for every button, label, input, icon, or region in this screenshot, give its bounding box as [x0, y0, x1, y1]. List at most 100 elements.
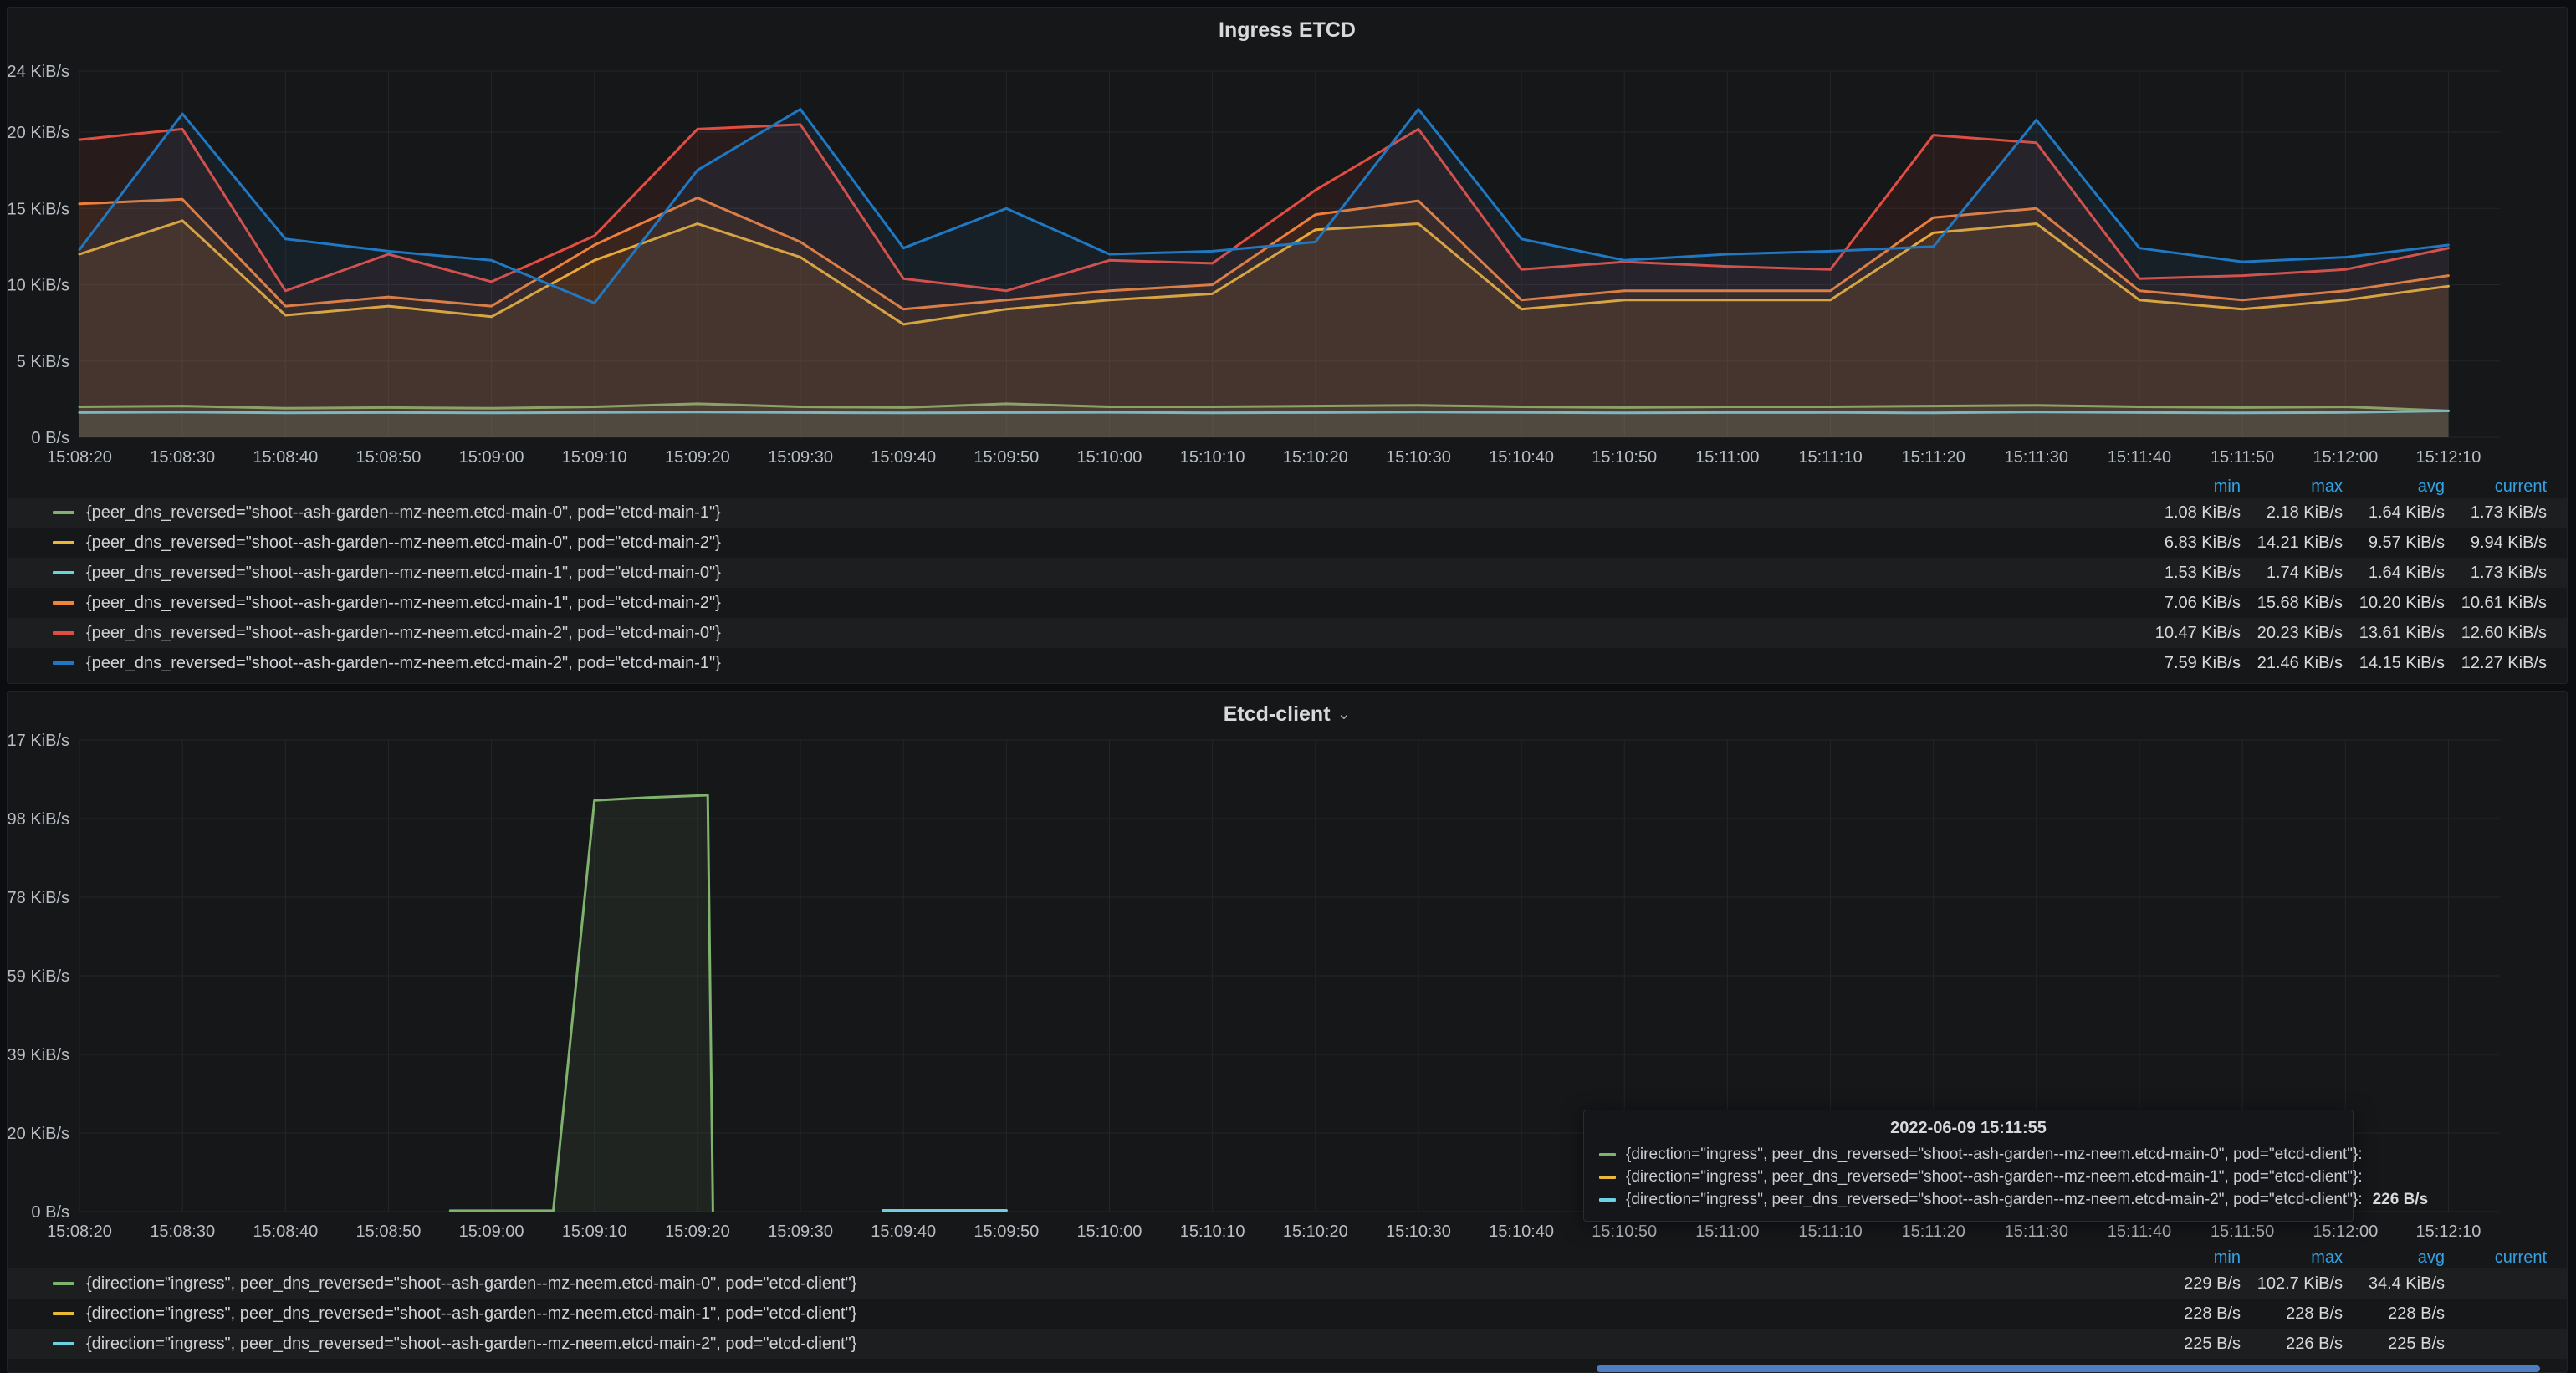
x-axis-tick-label: 15:09:40	[871, 1222, 936, 1241]
tooltip-series-row: {direction="ingress", peer_dns_reversed=…	[1599, 1188, 2338, 1211]
x-axis-tick-label: 15:11:00	[1695, 448, 1759, 467]
y-axis-tick-label: 59 KiB/s	[8, 967, 69, 986]
series-name: {peer_dns_reversed="shoot--ash-garden--m…	[86, 624, 721, 643]
legend-column-header-min[interactable]: min	[2139, 1248, 2241, 1268]
legend-stat-current: 12.27 KiB/s	[2445, 654, 2547, 673]
ingress-etcd-chart[interactable]: 15:08:2015:08:3015:08:4015:08:5015:09:00…	[8, 53, 2568, 487]
panel-menu-caret-icon[interactable]: ⌄	[1337, 706, 1352, 722]
legend-series-toggle[interactable]: {peer_dns_reversed="shoot--ash-garden--m…	[53, 564, 2139, 583]
y-axis-tick-label: 39 KiB/s	[8, 1046, 69, 1064]
series-color-dash-icon	[53, 571, 74, 574]
legend-stat-avg: 10.20 KiB/s	[2343, 594, 2445, 613]
y-axis-tick-label: 117 KiB/s	[8, 732, 69, 750]
legend-column-header-max[interactable]: max	[2241, 477, 2343, 497]
legend-series-toggle[interactable]: {peer_dns_reversed="shoot--ash-garden--m…	[53, 503, 2139, 523]
legend-stat-avg: 1.64 KiB/s	[2343, 564, 2445, 583]
legend-row: {direction="ingress", peer_dns_reversed=…	[8, 1299, 2567, 1329]
legend-column-header-avg[interactable]: avg	[2343, 477, 2445, 497]
series-name: {peer_dns_reversed="shoot--ash-garden--m…	[86, 654, 721, 673]
x-axis-tick-label: 15:11:50	[2211, 448, 2274, 467]
x-axis-tick-label: 15:11:50	[2211, 1222, 2274, 1241]
x-axis-tick-label: 15:08:30	[150, 448, 215, 467]
y-axis-tick-label: 5 KiB/s	[17, 353, 69, 371]
legend-series-toggle[interactable]: {peer_dns_reversed="shoot--ash-garden--m…	[53, 654, 2139, 673]
legend-row: {peer_dns_reversed="shoot--ash-garden--m…	[8, 648, 2567, 678]
legend-stat-avg: 34.4 KiB/s	[2343, 1274, 2445, 1294]
x-axis-tick-label: 15:09:00	[459, 448, 524, 467]
legend-stat-avg: 1.64 KiB/s	[2343, 503, 2445, 523]
legend-stat-avg: 13.61 KiB/s	[2343, 624, 2445, 643]
series-color-dash-icon	[53, 601, 74, 605]
legend-series-toggle[interactable]: {direction="ingress", peer_dns_reversed=…	[53, 1335, 2139, 1354]
panel-title[interactable]: Etcd-client	[1224, 702, 1331, 727]
legend-column-header-current[interactable]: current	[2445, 477, 2547, 497]
series-color-dash-icon	[1599, 1198, 1616, 1202]
series-name: {direction="ingress", peer_dns_reversed=…	[86, 1335, 856, 1354]
series-color-dash-icon	[53, 661, 74, 665]
series-color-dash-icon	[53, 1282, 74, 1285]
legend-series-toggle[interactable]: {peer_dns_reversed="shoot--ash-garden--m…	[53, 624, 2139, 643]
series-name: {direction="ingress", peer_dns_reversed=…	[86, 1304, 856, 1324]
x-axis-tick-label: 15:09:50	[974, 1222, 1039, 1241]
x-axis-tick-label: 15:08:20	[47, 448, 112, 467]
series-name: {peer_dns_reversed="shoot--ash-garden--m…	[86, 594, 721, 613]
legend-stat-max: 226 B/s	[2241, 1335, 2343, 1354]
legend-stat-avg: 9.57 KiB/s	[2343, 533, 2445, 553]
legend-column-header-max[interactable]: max	[2241, 1248, 2343, 1268]
tooltip-series-label: {direction="ingress", peer_dns_reversed=…	[1626, 1168, 2363, 1187]
legend-series-toggle[interactable]: {peer_dns_reversed="shoot--ash-garden--m…	[53, 594, 2139, 613]
series-color-dash-icon	[53, 1342, 74, 1345]
horizontal-scrollbar[interactable]	[1597, 1365, 2540, 1372]
x-axis-tick-label: 15:09:50	[974, 448, 1039, 467]
x-axis-tick-label: 15:09:00	[459, 1222, 524, 1241]
x-axis-tick-label: 15:10:20	[1283, 448, 1348, 467]
x-axis-tick-label: 15:10:30	[1386, 448, 1451, 467]
legend-stat-min: 7.06 KiB/s	[2139, 594, 2241, 613]
legend-row: {peer_dns_reversed="shoot--ash-garden--m…	[8, 558, 2567, 588]
legend-stat-min: 7.59 KiB/s	[2139, 654, 2241, 673]
series-fill	[79, 110, 2448, 437]
x-axis-tick-label: 15:10:40	[1489, 1222, 1554, 1241]
y-axis-tick-label: 10 KiB/s	[8, 277, 69, 295]
x-axis-tick-label: 15:10:00	[1077, 448, 1142, 467]
x-axis-tick-label: 15:10:20	[1283, 1222, 1348, 1241]
y-axis-tick-label: 20 KiB/s	[8, 1125, 69, 1143]
chart-tooltip: 2022-06-09 15:11:55 {direction="ingress"…	[1583, 1110, 2354, 1222]
legend-stat-min: 6.83 KiB/s	[2139, 533, 2241, 553]
x-axis-tick-label: 15:11:00	[1695, 1222, 1759, 1241]
x-axis-tick-label: 15:09:20	[665, 1222, 730, 1241]
legend-series-toggle[interactable]: {direction="ingress", peer_dns_reversed=…	[53, 1304, 2139, 1324]
x-axis-tick-label: 15:08:50	[356, 448, 422, 467]
x-axis-tick-label: 15:08:20	[47, 1222, 112, 1241]
legend-stat-min: 1.53 KiB/s	[2139, 564, 2241, 583]
tooltip-series-label: {direction="ingress", peer_dns_reversed=…	[1626, 1146, 2363, 1164]
legend-stat-max: 14.21 KiB/s	[2241, 533, 2343, 553]
legend-series-toggle[interactable]: {peer_dns_reversed="shoot--ash-garden--m…	[53, 533, 2139, 553]
x-axis-tick-label: 15:09:40	[871, 448, 936, 467]
series-name: {peer_dns_reversed="shoot--ash-garden--m…	[86, 564, 721, 583]
x-axis-tick-label: 15:10:40	[1489, 448, 1554, 467]
legend-table: minmaxavgcurrent {peer_dns_reversed="shoo…	[8, 476, 2567, 678]
tooltip-series-row: {direction="ingress", peer_dns_reversed=…	[1599, 1143, 2338, 1166]
x-axis-tick-label: 15:11:20	[1901, 448, 1965, 467]
panel-title[interactable]: Ingress ETCD	[1219, 18, 1356, 43]
series-name: {peer_dns_reversed="shoot--ash-garden--m…	[86, 503, 721, 523]
legend-column-header-min[interactable]: min	[2139, 477, 2241, 497]
x-axis-tick-label: 15:10:50	[1592, 1222, 1657, 1241]
x-axis-tick-label: 15:11:30	[2005, 448, 2068, 467]
legend-column-header-current[interactable]: current	[2445, 1248, 2547, 1268]
x-axis-tick-label: 15:10:30	[1386, 1222, 1451, 1241]
series-color-dash-icon	[53, 511, 74, 514]
panel-etcd-client: Etcd-client ⌄ 15:08:2015:08:3015:08:4015…	[7, 691, 2568, 1373]
series-color-dash-icon	[1599, 1176, 1616, 1179]
tooltip-series-label: {direction="ingress", peer_dns_reversed=…	[1626, 1191, 2363, 1209]
legend-stat-avg: 228 B/s	[2343, 1304, 2445, 1324]
panel-header[interactable]: Ingress ETCD	[8, 8, 2567, 53]
legend-series-toggle[interactable]: {direction="ingress", peer_dns_reversed=…	[53, 1274, 2139, 1294]
legend-column-header-avg[interactable]: avg	[2343, 1248, 2445, 1268]
legend-row: {peer_dns_reversed="shoot--ash-garden--m…	[8, 588, 2567, 618]
series-color-dash-icon	[53, 541, 74, 544]
series-fill	[450, 795, 713, 1212]
legend-stat-max: 2.18 KiB/s	[2241, 503, 2343, 523]
y-axis-tick-label: 98 KiB/s	[8, 810, 69, 829]
